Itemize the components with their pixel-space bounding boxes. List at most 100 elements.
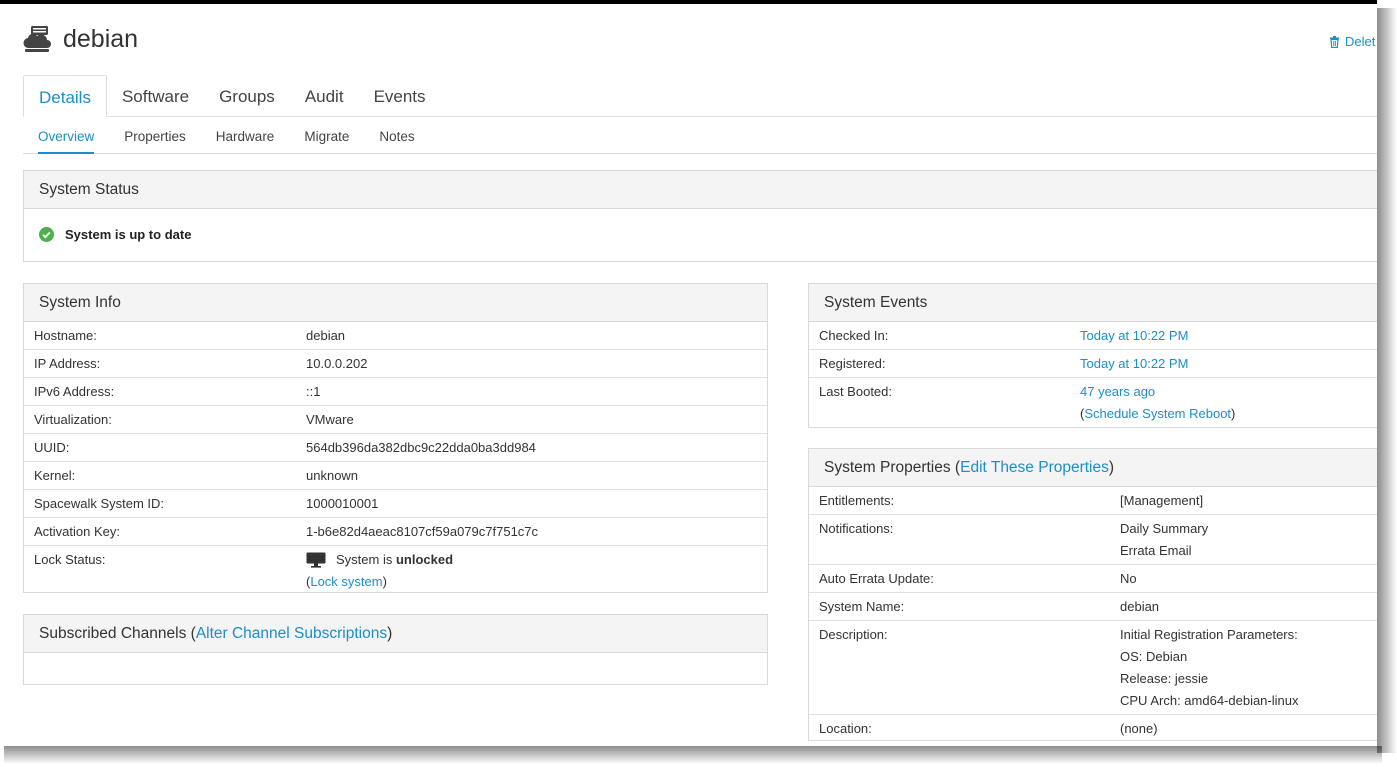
system-status-panel: System Status System is up to date	[23, 170, 1377, 262]
tab-software[interactable]: Software	[107, 75, 204, 117]
prop-value: [Management]	[1120, 493, 1204, 508]
lock-status-value: System is unlocked (Lock system)	[296, 545, 767, 595]
prop-value: (none)	[1110, 714, 1377, 742]
lock-state: unlocked	[395, 552, 454, 567]
info-value: 10.0.0.202	[296, 349, 767, 378]
table-row: System Name: debian	[809, 592, 1377, 621]
subscribed-channels-panel: Subscribed Channels (Alter Channel Subsc…	[23, 614, 768, 685]
table-row: Description: Initial Registration Parame…	[809, 620, 1377, 715]
subtab-migrate[interactable]: Migrate	[304, 117, 349, 154]
lock-system-link[interactable]: Lock system	[310, 574, 382, 589]
system-info-panel: System Info Hostname: debian IP Address: 1…	[23, 283, 768, 595]
description-line: Release: jessie	[1120, 671, 1209, 686]
subscribed-channels-label: Subscribed Channels (	[39, 625, 196, 642]
table-row: Kernel: unknown	[24, 461, 767, 490]
notification-item: Errata Email	[1120, 543, 1192, 558]
desktop-icon	[306, 552, 326, 568]
alter-channel-subscriptions-link[interactable]: Alter Channel Subscriptions	[196, 625, 387, 642]
table-row: Checked In: Today at 10:22 PM	[809, 322, 1377, 350]
info-key: IP Address:	[24, 349, 296, 378]
schedule-reboot-link[interactable]: Schedule System Reboot	[1084, 406, 1231, 421]
tab-events[interactable]: Events	[359, 75, 441, 117]
trash-icon	[1330, 35, 1339, 48]
table-row: Location: (none)	[809, 714, 1377, 742]
edit-properties-link[interactable]: Edit These Properties	[960, 459, 1109, 476]
info-value: VMware	[296, 405, 767, 434]
info-value: 564db396da382dbc9c22dda0ba3dd984	[296, 433, 767, 462]
table-row: Entitlements: [Management]	[809, 487, 1377, 515]
table-row: Notifications: Daily Summary Errata Emai…	[809, 514, 1377, 565]
table-row: Last Booted: 47 years ago (Schedule Syst…	[809, 377, 1377, 427]
table-row: Auto Errata Update: No	[809, 564, 1377, 593]
last-booted-link[interactable]: 47 years ago	[1080, 384, 1155, 399]
system-info-table: Hostname: debian IP Address: 10.0.0.202 IP…	[24, 322, 767, 595]
paren-close: )	[1108, 459, 1115, 476]
subtab-overview[interactable]: Overview	[38, 117, 95, 154]
tab-groups[interactable]: Groups	[204, 75, 290, 117]
subscribed-channels-title: Subscribed Channels (Alter Channel Subsc…	[24, 615, 767, 653]
info-key: IPv6 Address:	[24, 377, 296, 406]
prop-key: Notifications:	[809, 514, 1110, 565]
info-key: Kernel:	[24, 461, 296, 490]
info-value: ::1	[296, 377, 767, 406]
lock-state-line: System is unlocked	[306, 549, 757, 571]
info-key: Spacewalk System ID:	[24, 489, 296, 518]
system-properties-table: Entitlements: [Management] Notifications:…	[809, 487, 1377, 742]
subtab-properties[interactable]: Properties	[124, 117, 186, 154]
prop-value: debian	[1110, 592, 1377, 621]
subtab-hardware[interactable]: Hardware	[216, 117, 275, 154]
prop-key: System Name:	[809, 592, 1110, 621]
info-key: Hostname:	[34, 328, 97, 343]
table-row: Spacewalk System ID: 1000010001	[24, 489, 767, 518]
window-shadow-right	[1377, 8, 1397, 753]
system-properties-title: System Properties (Edit These Properties…	[809, 449, 1377, 487]
info-value: 1000010001	[296, 489, 767, 518]
description-line: OS: Debian	[1120, 649, 1188, 664]
page-header: debian	[22, 24, 138, 54]
main-tabs: Details Software Groups Audit Events	[23, 75, 1377, 117]
event-key: Last Booted:	[809, 377, 1070, 427]
description-line: CPU Arch: amd64-debian-linux	[1120, 693, 1299, 708]
registered-link[interactable]: Today at 10:22 PM	[1080, 356, 1188, 371]
table-row: Activation Key: 1-b6e82d4aeac8107cf59a079…	[24, 517, 767, 546]
delete-label: Delet	[1345, 34, 1376, 49]
system-properties-panel: System Properties (Edit These Properties…	[808, 448, 1377, 742]
lock-status-key: Lock Status:	[24, 545, 296, 595]
tab-audit[interactable]: Audit	[290, 75, 359, 117]
info-key: Activation Key:	[24, 517, 296, 546]
table-row: IPv6 Address:::1	[24, 377, 767, 406]
lock-system-line: (Lock system)	[306, 571, 757, 593]
tab-details[interactable]: Details	[23, 75, 107, 117]
prop-value: Daily Summary Errata Email	[1110, 514, 1377, 565]
prop-key: Description:	[809, 620, 1110, 715]
info-value: unknown	[296, 461, 767, 490]
sub-tabs: Overview Properties Hardware Migrate Not…	[23, 117, 1377, 154]
system-events-title: System Events	[809, 284, 1377, 322]
event-key: Checked In:	[819, 328, 889, 343]
table-row: Registered: Today at 10:22 PM	[809, 349, 1377, 378]
info-value: 1-b6e82d4aeac8107cf59a079c7f751c7c	[296, 517, 767, 546]
info-key: UUID:	[24, 433, 296, 462]
page-frame: debian Delet Details Software Groups Aud…	[0, 4, 1377, 746]
system-info-title: System Info	[24, 284, 767, 322]
prop-value: Initial Registration Parameters: OS: Deb…	[1110, 620, 1377, 715]
status-message: System is up to date	[65, 227, 192, 242]
check-circle-icon	[39, 227, 54, 242]
system-events-table: Checked In: Today at 10:22 PM Registered:…	[809, 322, 1377, 427]
checked-in-link[interactable]: Today at 10:22 PM	[1080, 328, 1188, 343]
event-key: Registered:	[809, 349, 1070, 378]
subtab-notes[interactable]: Notes	[379, 117, 414, 154]
prop-key: Entitlements:	[819, 493, 895, 508]
delete-system-link[interactable]: Delet	[1329, 34, 1375, 49]
table-row: IP Address: 10.0.0.202	[24, 349, 767, 378]
paren-close: )	[387, 625, 393, 642]
table-row: Lock Status: System is unlocked (Lock sy…	[24, 545, 767, 595]
description-line: Initial Registration Parameters:	[1120, 627, 1298, 642]
page-title: debian	[63, 24, 139, 53]
paren-close: )	[382, 574, 387, 589]
info-value: debian	[306, 328, 346, 343]
status-message-row: System is up to date	[24, 209, 1377, 242]
table-row: Virtualization: VMware	[24, 405, 767, 434]
last-booted-value: 47 years ago (Schedule System Reboot)	[1070, 377, 1377, 427]
paren-close: )	[1231, 406, 1236, 421]
